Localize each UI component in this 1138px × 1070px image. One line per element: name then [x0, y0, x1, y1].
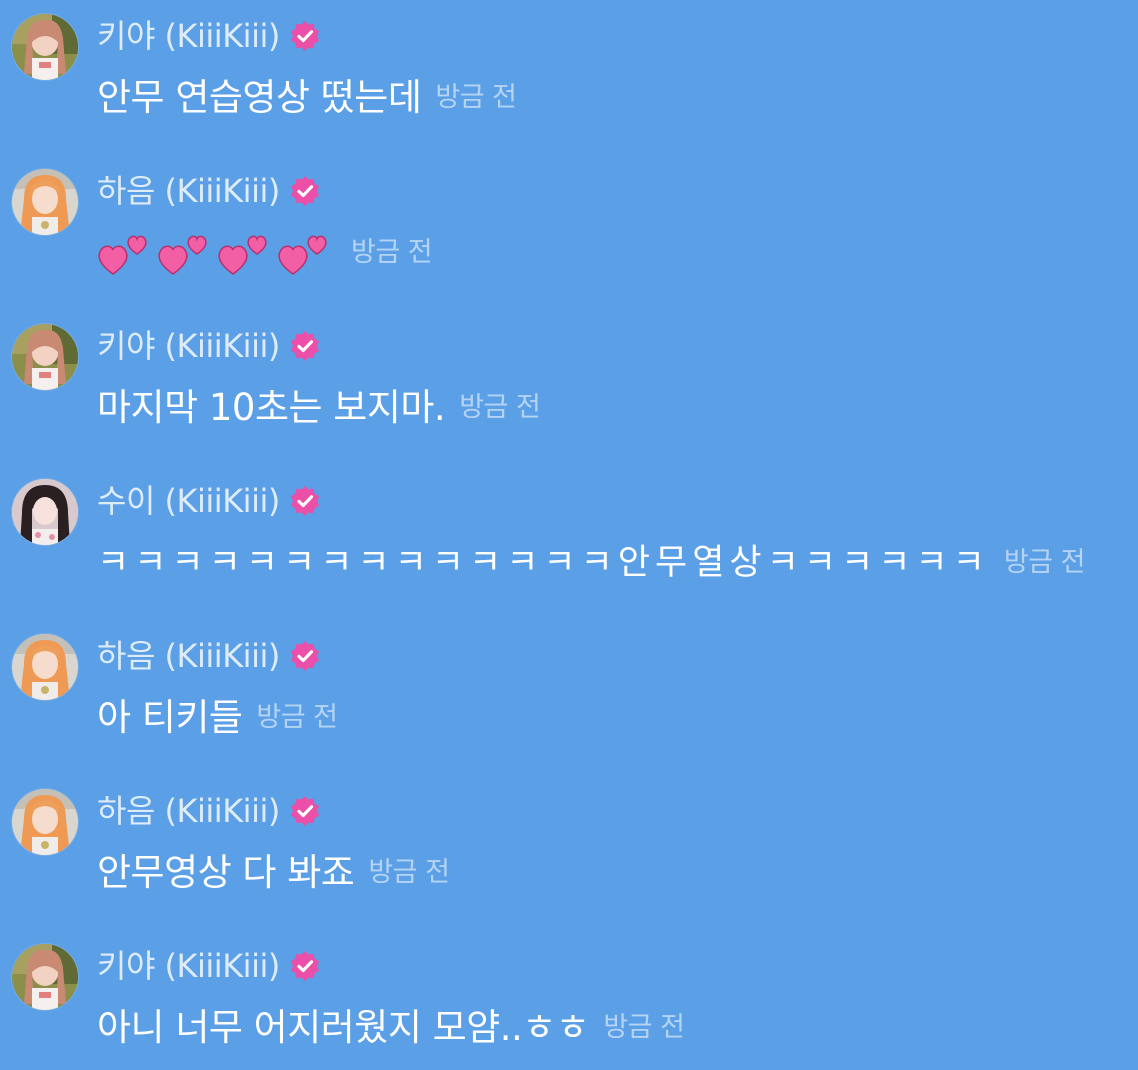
avatar-haeum-image	[12, 169, 78, 235]
message-timestamp: 방금 전	[368, 857, 450, 888]
message-emoji-row	[97, 228, 337, 278]
avatar[interactable]	[12, 789, 78, 855]
sender-row: 하음 (KiiiKiii)	[97, 636, 321, 676]
verified-badge-icon	[289, 330, 321, 362]
message-text: 마지막 10초는 보지마.	[97, 386, 446, 429]
avatar-haeum-image	[12, 789, 78, 855]
message-text: 안무 연습영상 떴는데	[97, 76, 422, 119]
avatar[interactable]	[12, 324, 78, 390]
two-hearts-icon	[157, 228, 211, 278]
message-body: ㅋㅋㅋㅋㅋㅋㅋㅋㅋㅋㅋㅋㅋㅋ안무열상ㅋㅋㅋㅋㅋㅋ 방금 전	[97, 537, 1085, 589]
chat-message-list: 키야 (KiiiKiii) 안무 연습영상 떴는데 방금 전 하음 (KiiiK…	[0, 0, 1138, 1070]
message-text: ㅋㅋㅋㅋㅋㅋㅋㅋㅋㅋㅋㅋㅋㅋ안무열상ㅋㅋㅋㅋㅋㅋ	[97, 543, 990, 583]
sender-name[interactable]: 하음 (KiiiKiii)	[97, 791, 280, 831]
message-text: 안무영상 다 봐죠	[97, 851, 355, 894]
chat-message: 키야 (KiiiKiii) 아니 너무 어지러웠지 모얌..ㅎㅎ 방금 전	[0, 930, 1138, 1060]
sender-row: 하음 (KiiiKiii)	[97, 171, 321, 211]
avatar-kiya-image	[12, 944, 78, 1010]
sender-row: 키야 (KiiiKiii)	[97, 16, 321, 56]
avatar[interactable]	[12, 944, 78, 1010]
two-hearts-icon	[217, 228, 271, 278]
message-body: 마지막 10초는 보지마. 방금 전	[97, 382, 541, 434]
chat-message: 키야 (KiiiKiii) 안무 연습영상 떴는데 방금 전	[0, 0, 1138, 130]
sender-row: 키야 (KiiiKiii)	[97, 946, 321, 986]
message-timestamp: 방금 전	[603, 1012, 685, 1043]
avatar-kiya-image	[12, 14, 78, 80]
sender-name[interactable]: 하음 (KiiiKiii)	[97, 636, 280, 676]
sender-name[interactable]: 하음 (KiiiKiii)	[97, 171, 280, 211]
message-text: 아 티키들	[97, 696, 243, 739]
chat-message: 키야 (KiiiKiii) 마지막 10초는 보지마. 방금 전	[0, 310, 1138, 440]
avatar[interactable]	[12, 14, 78, 80]
verified-badge-icon	[289, 950, 321, 982]
sender-name[interactable]: 키야 (KiiiKiii)	[97, 326, 280, 366]
avatar[interactable]	[12, 479, 78, 545]
avatar-kiya-image	[12, 324, 78, 390]
message-text: 아니 너무 어지러웠지 모얌..ㅎㅎ	[97, 1006, 590, 1049]
message-body: 방금 전	[97, 227, 433, 279]
chat-message: 수이 (KiiiKiii) ㅋㅋㅋㅋㅋㅋㅋㅋㅋㅋㅋㅋㅋㅋ안무열상ㅋㅋㅋㅋㅋㅋ 방…	[0, 465, 1138, 595]
sender-name[interactable]: 키야 (KiiiKiii)	[97, 16, 280, 56]
avatar-haeum-image	[12, 634, 78, 700]
verified-badge-icon	[289, 20, 321, 52]
message-timestamp: 방금 전	[351, 237, 433, 268]
message-body: 아니 너무 어지러웠지 모얌..ㅎㅎ 방금 전	[97, 1002, 685, 1054]
verified-badge-icon	[289, 795, 321, 827]
message-timestamp: 방금 전	[459, 392, 541, 423]
verified-badge-icon	[289, 485, 321, 517]
message-body: 안무 연습영상 떴는데 방금 전	[97, 72, 517, 124]
avatar[interactable]	[12, 634, 78, 700]
message-body: 안무영상 다 봐죠 방금 전	[97, 847, 450, 899]
verified-badge-icon	[289, 640, 321, 672]
sender-row: 키야 (KiiiKiii)	[97, 326, 321, 366]
verified-badge-icon	[289, 175, 321, 207]
chat-message: 하음 (KiiiKiii) 안무영상 다 봐죠 방금 전	[0, 775, 1138, 905]
avatar-sui-image	[12, 479, 78, 545]
sender-name[interactable]: 수이 (KiiiKiii)	[97, 481, 280, 521]
sender-row: 하음 (KiiiKiii)	[97, 791, 321, 831]
message-timestamp: 방금 전	[1003, 547, 1086, 578]
message-timestamp: 방금 전	[256, 702, 338, 733]
chat-message: 하음 (KiiiKiii) 방금 전	[0, 155, 1138, 285]
avatar[interactable]	[12, 169, 78, 235]
two-hearts-icon	[277, 228, 331, 278]
sender-row: 수이 (KiiiKiii)	[97, 481, 321, 521]
chat-message: 하음 (KiiiKiii) 아 티키들 방금 전	[0, 620, 1138, 750]
message-timestamp: 방금 전	[435, 82, 517, 113]
sender-name[interactable]: 키야 (KiiiKiii)	[97, 946, 280, 986]
message-body: 아 티키들 방금 전	[97, 692, 338, 744]
two-hearts-icon	[97, 228, 151, 278]
